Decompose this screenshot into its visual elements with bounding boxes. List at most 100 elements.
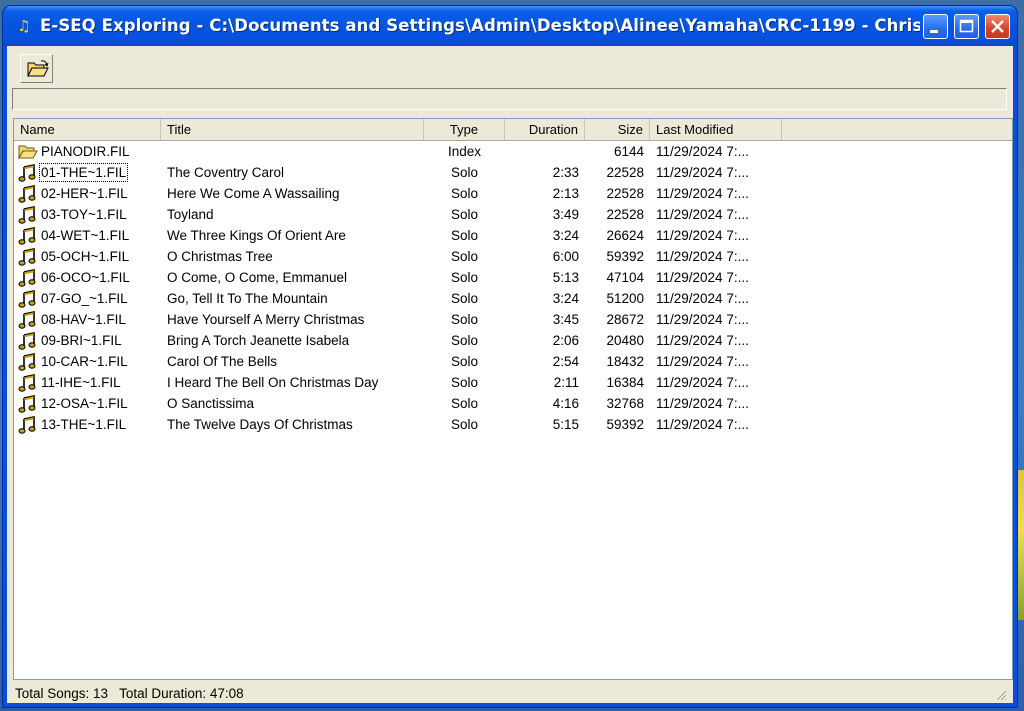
last-modified: 11/29/2024 7:... [656, 375, 749, 390]
last-modified: 11/29/2024 7:... [656, 333, 749, 348]
music-file-icon [18, 310, 38, 329]
music-file-icon [18, 289, 38, 308]
last-modified: 11/29/2024 7:... [656, 270, 749, 285]
file-size: 18432 [606, 354, 644, 369]
file-type: Solo [450, 270, 479, 285]
music-file-icon [18, 373, 38, 392]
file-type: Solo [450, 249, 479, 264]
table-row[interactable]: 07-GO_~1.FIL Go, Tell It To The Mountain S… [14, 288, 1012, 309]
last-modified: 11/29/2024 7:... [656, 207, 749, 222]
file-type: Solo [450, 375, 479, 390]
file-name: 12-OSA~1.FIL [41, 396, 128, 411]
file-name-cell[interactable]: 04-WET~1.FIL [18, 225, 164, 246]
song-title [167, 141, 422, 162]
file-name-cell[interactable]: 07-GO_~1.FIL [18, 288, 164, 309]
title-bar[interactable]: ♫ E-SEQ Exploring - C:\Documents and Set… [3, 6, 1017, 46]
last-modified: 11/29/2024 7:... [656, 417, 749, 432]
file-name: 07-GO_~1.FIL [41, 291, 128, 306]
file-name: 06-OCO~1.FIL [41, 270, 130, 285]
table-row[interactable]: 04-WET~1.FIL We Three Kings Of Orient Are… [14, 225, 1012, 246]
table-row[interactable]: 11-IHE~1.FIL I Heard The Bell On Christma… [14, 372, 1012, 393]
music-file-icon [18, 394, 38, 413]
song-title: We Three Kings Of Orient Are [167, 228, 346, 243]
open-folder-icon [27, 60, 49, 77]
table-row[interactable]: PIANODIR.FIL Index 6144 11/29/2024 7:... [14, 141, 1012, 162]
table-row[interactable]: 03-TOY~1.FIL Toyland Solo 3:49 22528 11/29/20… [14, 204, 1012, 225]
file-name: 11-IHE~1.FIL [41, 375, 121, 390]
table-row[interactable]: 05-OCH~1.FIL O Christmas Tree Solo 6:00 5939… [14, 246, 1012, 267]
music-file-icon [18, 352, 38, 371]
file-type: Solo [450, 354, 479, 369]
folder-icon [18, 142, 38, 161]
file-type: Solo [450, 165, 479, 180]
open-folder-button[interactable] [20, 54, 53, 83]
column-header-duration[interactable]: Duration [505, 119, 585, 140]
song-duration: 3:45 [552, 312, 579, 327]
file-type: Solo [450, 207, 479, 222]
song-duration: 2:13 [552, 186, 579, 201]
song-title: O Christmas Tree [167, 249, 273, 264]
last-modified: 11/29/2024 7:... [656, 228, 749, 243]
close-button[interactable] [985, 14, 1010, 39]
file-name-cell[interactable]: 02-HER~1.FIL [18, 183, 164, 204]
file-size: 26624 [606, 228, 644, 243]
file-name-cell[interactable]: 05-OCH~1.FIL [18, 246, 164, 267]
music-file-icon [18, 205, 38, 224]
table-row[interactable]: 09-BRI~1.FIL Bring A Torch Jeanette Isabe… [14, 330, 1012, 351]
song-duration: 5:13 [552, 270, 579, 285]
file-name: 01-THE~1.FIL [39, 163, 129, 182]
music-note-icon: ♫ [17, 17, 31, 35]
file-name-cell[interactable]: 10-CAR~1.FIL [18, 351, 164, 372]
table-row[interactable]: 08-HAV~1.FIL Have Yourself A Merry Christ… [14, 309, 1012, 330]
music-file-icon [18, 331, 38, 350]
list-header: Name Title Type Duration Size Last Modif… [14, 119, 1012, 141]
file-name-cell[interactable]: 11-IHE~1.FIL [18, 372, 164, 393]
song-title: The Twelve Days Of Christmas [167, 417, 353, 432]
file-name-cell[interactable]: 08-HAV~1.FIL [18, 309, 164, 330]
table-row[interactable]: 10-CAR~1.FIL Carol Of The Bells Solo 2:54 18… [14, 351, 1012, 372]
file-name-cell[interactable]: 12-OSA~1.FIL [18, 393, 164, 414]
file-size: 51200 [606, 291, 644, 306]
table-row[interactable]: 13-THE~1.FIL The Twelve Days Of Christmas… [14, 414, 1012, 435]
status-bar: Total Songs: 13 Total Duration: 47:08 [13, 684, 1013, 703]
file-type: Solo [450, 333, 479, 348]
file-type: Solo [450, 417, 479, 432]
file-name-cell[interactable]: 09-BRI~1.FIL [18, 330, 164, 351]
column-header-size[interactable]: Size [585, 119, 650, 140]
song-duration: 3:49 [552, 207, 579, 222]
song-title: I Heard The Bell On Christmas Day [167, 375, 379, 390]
table-row[interactable]: 12-OSA~1.FIL O Sanctissima Solo 4:16 32768 11… [14, 393, 1012, 414]
column-header-title[interactable]: Title [161, 119, 424, 140]
song-duration: 4:16 [552, 396, 579, 411]
column-header-name[interactable]: Name [14, 119, 161, 140]
table-row[interactable]: 02-HER~1.FIL Here We Come A Wassailing Sol… [14, 183, 1012, 204]
resize-grip-icon[interactable] [993, 687, 1007, 701]
file-type: Solo [450, 291, 479, 306]
song-duration: 2:11 [553, 375, 579, 390]
file-name-cell[interactable]: 13-THE~1.FIL [18, 414, 164, 435]
file-name-cell[interactable]: 01-THE~1.FIL [18, 162, 164, 183]
file-name: 03-TOY~1.FIL [41, 207, 127, 222]
file-size: 59392 [606, 249, 644, 264]
file-list[interactable]: Name Title Type Duration Size Last Modif… [13, 118, 1013, 680]
column-header-type[interactable]: Type [424, 119, 505, 140]
file-size: 22528 [606, 186, 644, 201]
minimize-icon [930, 30, 938, 33]
table-row[interactable]: 01-THE~1.FIL The Coventry Carol Solo 2:33 22… [14, 162, 1012, 183]
table-row[interactable]: 06-OCO~1.FIL O Come, O Come, Emmanuel Solo… [14, 267, 1012, 288]
music-file-icon [18, 268, 38, 287]
file-name-cell[interactable]: PIANODIR.FIL [18, 141, 164, 162]
column-header-last-modified[interactable]: Last Modified [650, 119, 782, 140]
song-duration: 3:24 [552, 291, 579, 306]
minimize-button[interactable] [923, 14, 948, 39]
file-type: Solo [450, 396, 479, 411]
song-duration [505, 141, 579, 162]
last-modified: 11/29/2024 7:... [656, 312, 749, 327]
last-modified: 11/29/2024 7:... [656, 396, 749, 411]
maximize-button[interactable] [954, 14, 979, 39]
file-name-cell[interactable]: 06-OCO~1.FIL [18, 267, 164, 288]
song-duration: 3:24 [552, 228, 579, 243]
file-name-cell[interactable]: 03-TOY~1.FIL [18, 204, 164, 225]
file-size: 16384 [606, 375, 644, 390]
song-title: Toyland [167, 207, 214, 222]
